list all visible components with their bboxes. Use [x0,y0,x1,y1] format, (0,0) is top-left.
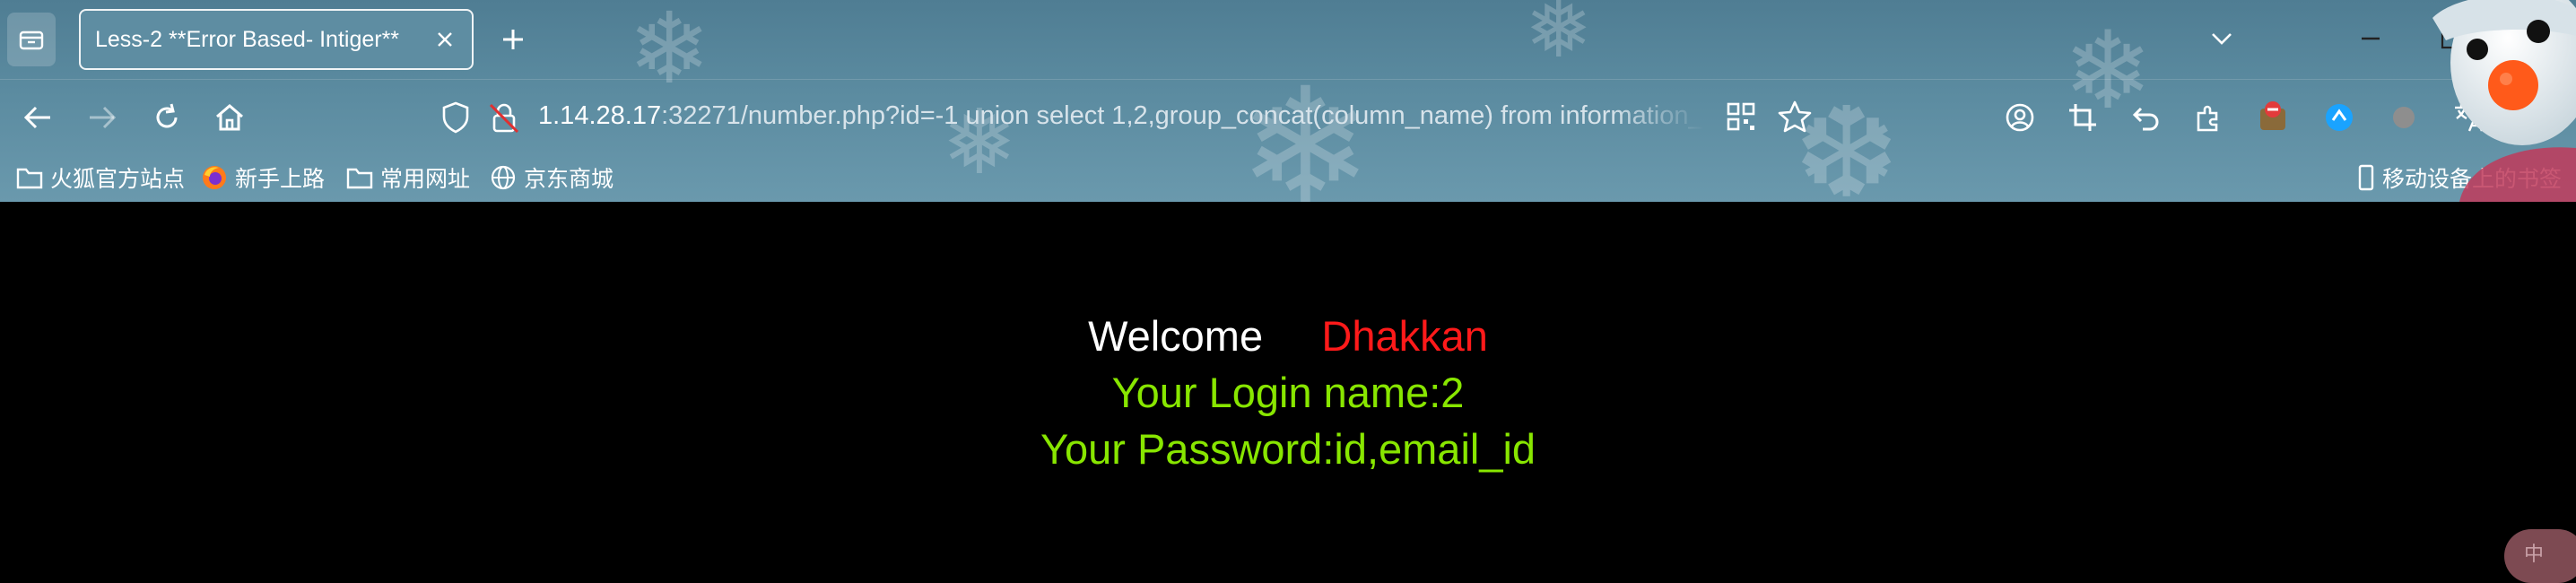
folder-icon [16,168,43,189]
welcome-line: Welcome Dhakkan [0,311,2576,361]
tab-overflow-button[interactable] [2199,16,2244,61]
browser-chrome: ❄ ❄ ❅ ❆ ❄ ❅ Less-2 **Error Based- Intige… [0,0,2576,202]
tab-active[interactable]: Less-2 **Error Based- Intiger** [79,9,474,70]
url-path: :32271/number.php?id=-1 union select 1,2… [661,101,1704,130]
forward-button[interactable] [81,96,124,139]
bookmark-item[interactable]: 常用网址 [346,161,470,194]
password-text: Your Password:id,email_id [1040,425,1536,473]
welcome-text: Welcome [1088,312,1264,360]
screenshot-button[interactable] [2061,96,2104,139]
bookmark-label: 新手上路 [235,167,326,192]
page-content: Welcome Dhakkan Your Login name:2 Your P… [0,202,2576,583]
tab-list-icon [19,30,44,50]
plus-icon [503,30,523,49]
bookmark-item[interactable]: 火狐官方站点 [16,161,185,194]
bookmarks-toolbar: 火狐官方站点 新手上路 常用网址 京东商城 [0,154,2576,202]
bookmark-label: 常用网址 [380,167,471,192]
undo-button[interactable] [2124,96,2167,139]
undo-icon [2132,107,2159,131]
arrow-right-icon [90,106,117,129]
back-button[interactable] [16,96,59,139]
reload-button[interactable] [145,96,188,139]
bookmark-item[interactable]: 京东商城 [490,161,614,194]
arrow-left-icon [23,106,50,129]
crop-icon [2069,104,2096,131]
bookmark-item[interactable]: 新手上路 [201,161,325,194]
bookmark-label: 火狐官方站点 [50,167,186,192]
url-host: 1.14.28.17 [538,101,662,130]
chevron-down-icon [2212,33,2232,45]
insecure-lock-icon[interactable] [488,101,520,138]
folder-icon [346,168,373,189]
home-icon [216,104,243,131]
reload-icon [156,103,178,128]
close-icon [438,32,452,47]
firefox-icon [203,166,226,189]
snowman-theme-decoration [2432,0,2576,202]
login-name-text: Your Login name:2 [1111,369,1465,416]
tab-title: Less-2 **Error Based- Intiger** [95,26,400,52]
address-bar[interactable]: 1.14.28.17:32271/number.php?id=-1 union … [429,91,1828,144]
account-button[interactable] [1998,96,2041,139]
shield-icon[interactable] [441,101,470,138]
tab-strip: Less-2 **Error Based- Intiger** [0,0,2576,79]
tab-list-button[interactable] [7,13,56,66]
url-text[interactable]: 1.14.28.17:32271/number.php?id=-1 union … [538,101,1704,131]
new-tab-button[interactable] [493,20,533,59]
bookmark-label: 京东商城 [524,167,614,192]
account-icon [2006,103,2034,132]
navigation-toolbar: 1.14.28.17:32271/number.php?id=-1 union … [0,79,2576,155]
home-button[interactable] [208,96,251,139]
globe-icon [491,165,516,190]
bookmark-star-icon[interactable] [1778,100,1812,138]
puzzle-icon [2197,105,2218,132]
user-name: Dhakkan [1321,312,1488,360]
tab-close-button[interactable] [431,25,459,54]
qr-code-icon[interactable] [1726,101,1756,136]
extensions-button[interactable] [2187,96,2230,139]
ime-indicator[interactable]: 中 [2504,529,2576,583]
